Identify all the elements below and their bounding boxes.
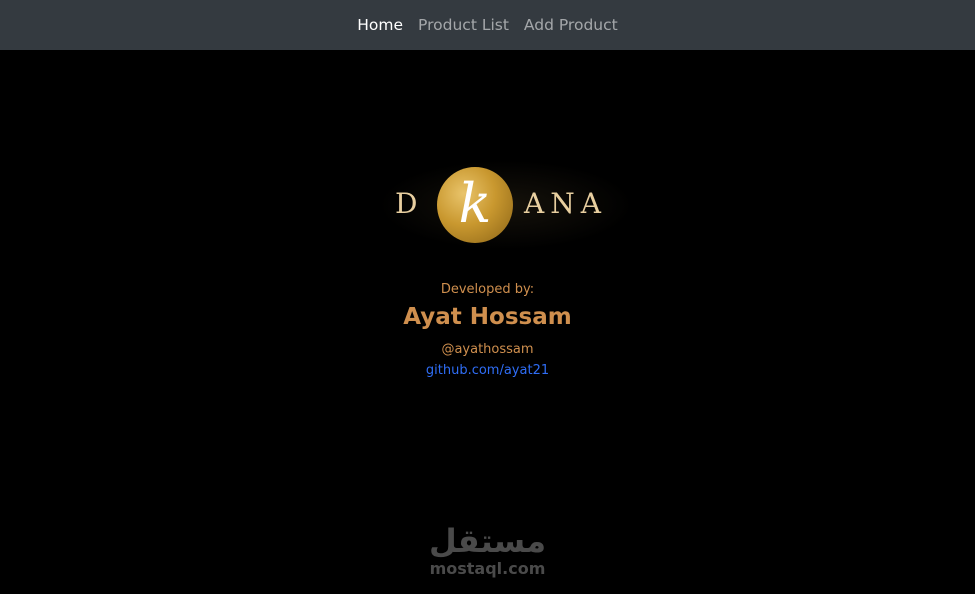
github-link[interactable]: github.com/ayat21 [426,362,549,380]
developer-credits: Developed by: Ayat Hossam @ayathossam gi… [0,282,975,380]
nav-link-add-product[interactable]: Add Product [524,16,618,34]
logo-letters-ana: ANA [524,187,607,220]
dkana-logo: D k ANA [378,160,634,250]
top-navbar: Home Product List Add Product [0,0,975,50]
mostaql-watermark: مستقل mostaql.com [0,522,975,578]
main-content: D k ANA Developed by: Ayat Hossam @ayath… [0,50,975,594]
developer-handle: @ayathossam [441,342,534,357]
developed-by-label: Developed by: [440,282,535,297]
logo-k-circle: k [437,167,513,243]
developer-name: Ayat Hossam [403,304,572,330]
watermark-arabic-text: مستقل [428,522,547,560]
nav-link-home[interactable]: Home [357,16,403,34]
nav-link-product-list[interactable]: Product List [418,16,509,34]
watermark-latin-text: mostaql.com [429,559,546,578]
logo-k-letter: k [458,172,492,235]
logo-letter-d: D [395,187,418,220]
